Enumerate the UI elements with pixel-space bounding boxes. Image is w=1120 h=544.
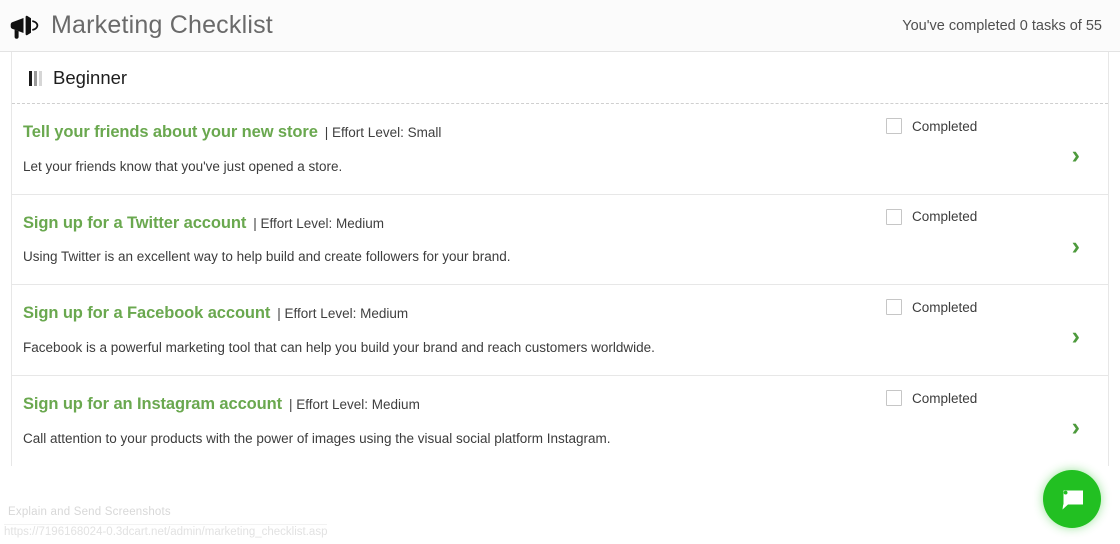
page-title: Marketing Checklist (51, 11, 273, 39)
task-controls: Completed › (878, 390, 1108, 480)
chevron-right-icon[interactable]: › (1072, 233, 1080, 259)
status-bar-url: https://7196168024-0.3dcart.net/admin/ma… (4, 524, 328, 538)
task-title-link[interactable]: Tell your friends about your new store (23, 123, 318, 141)
task-title-link[interactable]: Sign up for an Instagram account (23, 395, 282, 413)
section-title: Beginner (53, 66, 128, 88)
completed-checkbox[interactable] (886, 118, 902, 134)
task-effort-level: | Effort Level: Small (324, 125, 442, 140)
section-header-beginner: Beginner (12, 52, 1108, 104)
task-effort-level: | Effort Level: Medium (277, 306, 409, 322)
completed-toggle[interactable]: Completed (886, 118, 977, 134)
page-header: Marketing Checklist You've completed 0 t… (0, 0, 1120, 52)
table-row[interactable]: Sign up for a Facebook account | Effort L… (12, 285, 1108, 377)
completed-checkbox[interactable] (886, 299, 902, 316)
task-effort-level: | Effort Level: Medium (253, 215, 385, 231)
chevron-right-icon[interactable]: › (1072, 143, 1080, 168)
task-description: Let your friends know that you've just o… (23, 158, 343, 174)
chevron-right-icon[interactable]: › (1072, 415, 1080, 440)
completed-label: Completed (912, 118, 978, 134)
completed-checkbox[interactable] (886, 208, 902, 225)
completed-toggle[interactable]: Completed (886, 208, 978, 225)
chat-widget-button[interactable] (1043, 470, 1101, 528)
checklist-panel: Beginner Tell your friends about your ne… (11, 52, 1109, 466)
megaphone-icon (10, 12, 40, 40)
completed-toggle[interactable]: Completed (886, 299, 978, 316)
table-row[interactable]: Sign up for a Twitter account | Effort Le… (12, 195, 1108, 286)
task-effort-level: | Effort Level: Medium (289, 397, 420, 413)
task-title-link[interactable]: Sign up for a Twitter account (23, 214, 246, 232)
task-description: Facebook is a powerful marketing tool th… (23, 339, 655, 355)
completed-label: Completed (912, 390, 978, 406)
task-title-link[interactable]: Sign up for a Facebook account (23, 304, 270, 322)
task-description: Using Twitter is an excellent way to hel… (23, 249, 511, 265)
task-heading: Sign up for a Facebook account | Effort L… (23, 305, 878, 322)
completed-label: Completed (912, 299, 978, 315)
task-description: Call attention to your products with the… (23, 430, 611, 446)
completed-toggle[interactable]: Completed (886, 390, 978, 407)
completed-checkbox[interactable] (886, 390, 902, 407)
signal-bars-icon (29, 70, 42, 86)
table-row[interactable]: Sign up for an Instagram account | Effort… (12, 376, 1108, 466)
table-row[interactable]: Tell your friends about your new store | … (12, 104, 1108, 195)
screenshot-hint-overlay: Explain and Send Screenshots (8, 506, 171, 518)
completed-label: Completed (912, 209, 978, 225)
progress-summary: You've completed 0 tasks of 55 (902, 17, 1102, 34)
task-heading: Sign up for a Twitter account | Effort Le… (23, 214, 878, 232)
chat-bubble-icon (1057, 486, 1087, 512)
page-header-left: Marketing Checklist (10, 12, 273, 40)
task-heading: Sign up for an Instagram account | Effort… (23, 396, 878, 413)
chevron-right-icon[interactable]: › (1072, 324, 1080, 349)
task-heading: Tell your friends about your new store | … (23, 124, 878, 141)
